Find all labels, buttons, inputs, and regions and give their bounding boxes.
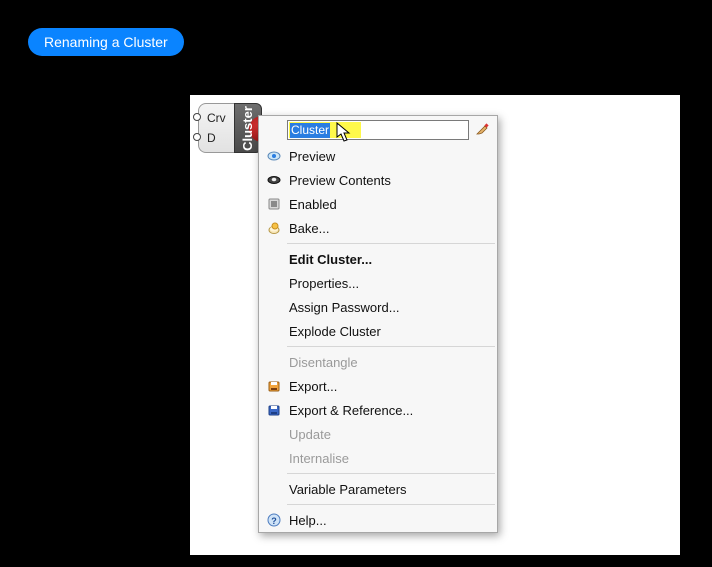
menu-label: Disentangle [285,355,358,370]
menu-label: Export & Reference... [285,403,413,418]
blank-icon [263,449,285,467]
menu-label: Bake... [285,221,329,236]
preview-contents-icon [263,171,285,189]
help-icon: ? [263,511,285,529]
menu-item-enabled[interactable]: Enabled [259,192,497,216]
rename-input[interactable]: Cluster [287,120,469,140]
rename-selected-text: Cluster [290,123,330,138]
context-menu: Cluster Preview [258,115,498,533]
menu-label: Properties... [285,276,359,291]
port-dot-icon [193,113,201,121]
menu-label: Internalise [285,451,349,466]
menu-item-assign-password[interactable]: Assign Password... [259,295,497,319]
menu-label: Enabled [285,197,337,212]
menu-label: Update [285,427,331,442]
menu-separator [287,504,495,505]
edit-name-icon[interactable] [475,121,491,140]
blank-icon [263,480,285,498]
menu-item-disentangle: Disentangle [259,350,497,374]
export-reference-icon [263,401,285,419]
menu-separator [287,346,495,347]
port-dot-icon [193,133,201,141]
title-badge: Renaming a Cluster [28,28,184,56]
rename-row: Cluster [259,116,497,144]
menu-item-update: Update [259,422,497,446]
blank-icon [263,250,285,268]
title-text: Renaming a Cluster [44,34,168,50]
bake-icon [263,219,285,237]
menu-item-preview[interactable]: Preview [259,144,497,168]
canvas: Crv D Cluster Cluster [190,95,680,555]
menu-item-bake[interactable]: Bake... [259,216,497,240]
blank-icon [263,274,285,292]
blank-icon [263,353,285,371]
preview-icon [263,147,285,165]
blank-icon [263,425,285,443]
blank-icon [263,322,285,340]
menu-separator [287,473,495,474]
menu-item-export-reference[interactable]: Export & Reference... [259,398,497,422]
menu-label: Export... [285,379,337,394]
menu-label: Edit Cluster... [285,252,372,267]
menu-item-internalise: Internalise [259,446,497,470]
export-icon [263,377,285,395]
menu-label: Help... [285,513,327,528]
menu-item-preview-contents[interactable]: Preview Contents [259,168,497,192]
cluster-component[interactable]: Crv D Cluster [198,103,262,153]
menu-item-properties[interactable]: Properties... [259,271,497,295]
menu-separator [287,243,495,244]
enabled-icon [263,195,285,213]
blank-icon [263,298,285,316]
menu-item-edit-cluster[interactable]: Edit Cluster... [259,247,497,271]
menu-label: Preview Contents [285,173,391,188]
menu-label: Preview [285,149,335,164]
menu-label: Explode Cluster [285,324,381,339]
menu-item-variable-parameters[interactable]: Variable Parameters [259,477,497,501]
component-label: Cluster [240,106,255,151]
menu-item-export[interactable]: Export... [259,374,497,398]
component-inputs: Crv D [198,103,234,153]
menu-label: Assign Password... [285,300,400,315]
input-port-crv[interactable]: Crv [207,111,226,125]
input-port-d[interactable]: D [207,131,226,145]
svg-text:?: ? [271,516,277,526]
menu-item-explode-cluster[interactable]: Explode Cluster [259,319,497,343]
menu-label: Variable Parameters [285,482,407,497]
menu-item-help[interactable]: ? Help... [259,508,497,532]
